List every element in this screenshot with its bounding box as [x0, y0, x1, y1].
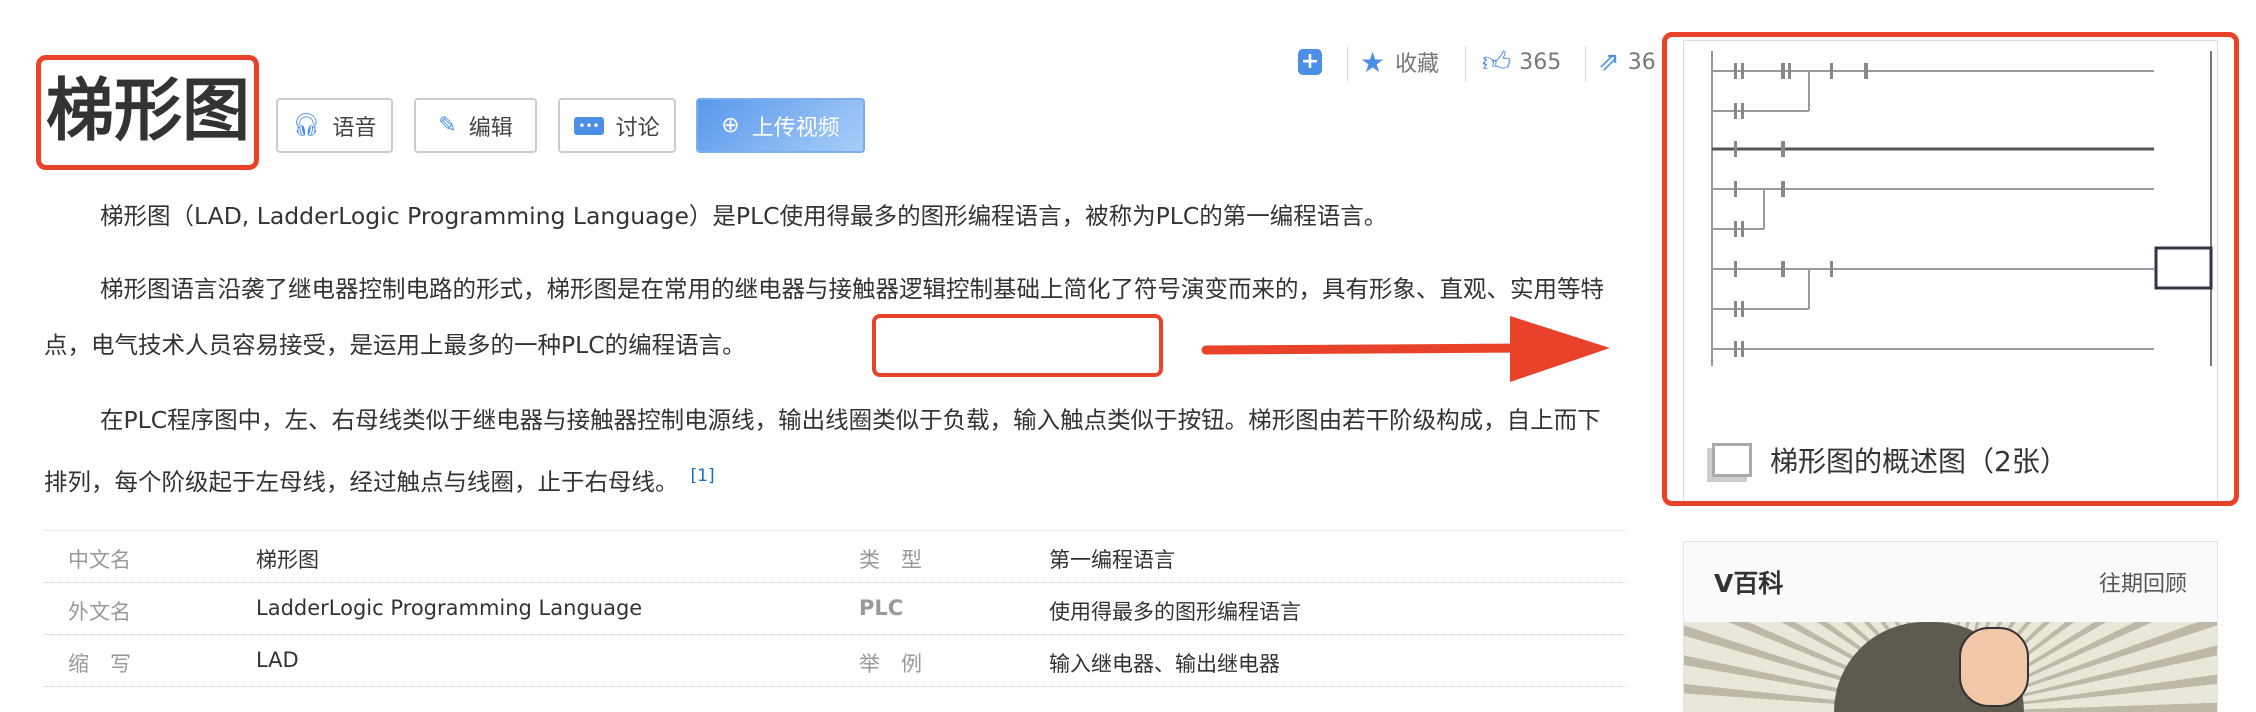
share-button[interactable]: ⇗ 36 — [1598, 44, 1662, 80]
citation-link[interactable]: [1] — [691, 466, 715, 486]
infobox-table: 中文名 梯形图 类 型 第一编程语言 外文名 LadderLogic Programmi… — [44, 530, 1626, 687]
discuss-label: 讨论 — [615, 115, 660, 141]
table-row: 中文名 梯形图 类 型 第一编程语言 — [44, 531, 1626, 583]
paragraph-text: 在PLC程序图中，左、右母线类似于继电器与接触器控制电源线，输出线圈类似于负载，… — [44, 406, 1601, 496]
divider — [1585, 46, 1586, 82]
paragraph: 在PLC程序图中，左、右母线类似于继电器与接触器控制电源线，输出线圈类似于负载，… — [44, 392, 1624, 510]
voice-button[interactable]: 🎧︎ 语音 — [276, 98, 393, 153]
divider — [1465, 46, 1466, 82]
share-count: 36 — [1627, 49, 1656, 75]
share-icon: ⇗ — [1598, 47, 1620, 77]
infobox-value: 第一编程语言 — [1049, 548, 1175, 572]
add-button[interactable]: + — [1298, 44, 1322, 80]
divider — [1347, 46, 1348, 82]
thumbs-up-icon: 👍︎ — [1482, 45, 1512, 78]
collect-label: 收藏 — [1395, 52, 1440, 77]
like-count: 365 — [1519, 49, 1562, 75]
upload-video-button[interactable]: ⊕ 上传视频 — [696, 98, 865, 153]
page-title: 梯形图 — [46, 72, 251, 151]
vbaike-card: V百科 往期回顾 — [1683, 541, 2218, 712]
chat-icon: ••• — [574, 116, 604, 135]
annotation-box-image — [1662, 32, 2239, 506]
annotation-box-highlight — [872, 314, 1163, 377]
voice-label: 语音 — [332, 115, 377, 141]
infobox-value: 使用得最多的图形编程语言 — [1049, 600, 1301, 624]
collect-button[interactable]: ★ 收藏 — [1360, 44, 1439, 80]
plus-square-icon: + — [1298, 49, 1322, 75]
annotation-arrow — [1201, 316, 1610, 382]
paragraph: 梯形图（LAD, LadderLogic Programming Languag… — [100, 202, 1388, 230]
infobox-key: PLC — [859, 596, 904, 620]
edit-label: 编辑 — [468, 115, 513, 141]
infobox-value: LAD — [256, 648, 299, 672]
infobox-key: 缩 写 — [68, 652, 131, 676]
infobox-key: 外文名 — [68, 600, 131, 624]
infobox-key: 举 例 — [859, 652, 922, 676]
vbaike-header: V百科 往期回顾 — [1684, 542, 2217, 622]
vbaike-title: V百科 — [1714, 569, 1784, 598]
infobox-value: 输入继电器、输出继电器 — [1049, 652, 1280, 676]
plus-circle-icon: ⊕ — [721, 113, 740, 138]
headphones-icon: 🎧︎ — [292, 113, 321, 138]
table-row: 外文名 LadderLogic Programming Language PLC 使用… — [44, 583, 1626, 635]
like-button[interactable]: 👍︎ 365 — [1482, 44, 1561, 80]
vbaike-video-thumbnail[interactable] — [1684, 622, 2217, 712]
infobox-value: 梯形图 — [256, 548, 319, 572]
infobox-key: 中文名 — [68, 548, 131, 572]
pencil-icon: ✎ — [438, 113, 457, 138]
edit-button[interactable]: ✎ 编辑 — [414, 98, 537, 153]
infobox-key: 类 型 — [859, 548, 922, 572]
vbaike-more-link[interactable]: 往期回顾 — [2099, 566, 2187, 598]
infobox-value: LadderLogic Programming Language — [256, 596, 643, 620]
upload-label: 上传视频 — [751, 115, 840, 141]
star-icon: ★ — [1360, 45, 1386, 79]
discuss-button[interactable]: ••• 讨论 — [558, 98, 676, 153]
table-row: 缩 写 LAD 举 例 输入继电器、输出继电器 — [44, 635, 1626, 687]
